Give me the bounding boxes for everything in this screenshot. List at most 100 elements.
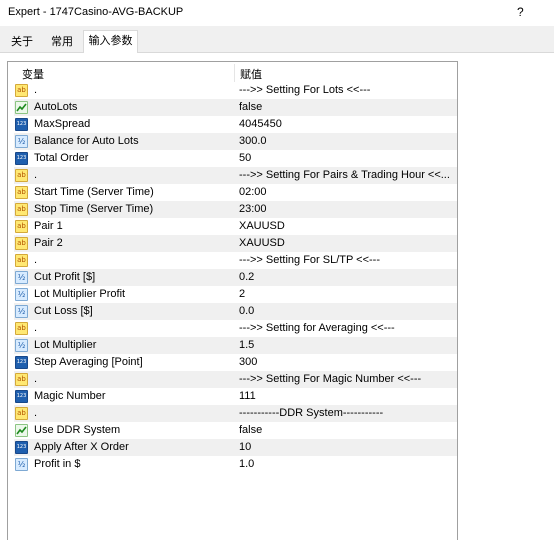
value-cell[interactable]: 0.2 [239,269,254,286]
value-cell[interactable]: 4045450 [239,116,282,133]
variable-name: Lot Multiplier Profit [34,288,126,300]
variable-cell[interactable]: Use DDR System [14,422,239,439]
variable-cell[interactable]: Step Averaging [Point] [14,354,239,371]
table-row[interactable]: AutoLots false [14,99,457,116]
table-row[interactable]: . --->> Setting for Averaging <<--- [14,320,457,337]
variable-cell[interactable]: Cut Profit [$] [14,269,239,286]
table-row[interactable]: Total Order 50 [14,150,457,167]
value-cell[interactable]: --->> Setting For Lots <<--- [239,82,370,99]
variable-name: Pair 2 [34,237,63,249]
table-row[interactable]: . -----------DDR System----------- [14,405,457,422]
value-cell[interactable]: 300.0 [239,133,267,150]
column-header-value[interactable]: 赋值 [240,66,262,82]
integer-icon [15,152,28,165]
variable-name: Use DDR System [34,424,121,436]
double-icon [15,288,28,301]
variable-cell[interactable]: Stop Time (Server Time) [14,201,239,218]
tab-about[interactable]: 关于 [7,33,37,52]
column-header-variable[interactable]: 变量 [22,66,44,82]
variable-cell[interactable]: . [14,320,239,337]
table-body: . --->> Setting For Lots <<--- AutoLots fal… [14,82,457,473]
table-row[interactable]: Pair 1 XAUUSD [14,218,457,235]
variable-name: Apply After X Order [34,441,129,453]
variable-name: Start Time (Server Time) [34,186,154,198]
table-row[interactable]: Magic Number 111 [14,388,457,405]
table-row[interactable]: . --->> Setting For Pairs & Trading Hour … [14,167,457,184]
variable-name: Step Averaging [Point] [34,356,143,368]
variable-name: . [34,407,38,419]
variable-cell[interactable]: . [14,167,239,184]
table-row[interactable]: Apply After X Order 10 [14,439,457,456]
value-cell[interactable]: XAUUSD [239,235,285,252]
help-button[interactable]: ? [517,5,524,19]
integer-icon [15,356,28,369]
value-cell[interactable]: 2 [239,286,245,303]
table-row[interactable]: Cut Loss [$] 0.0 [14,303,457,320]
double-icon [15,339,28,352]
variable-name: MaxSpread [34,118,91,130]
table-row[interactable]: Profit in $ 1.0 [14,456,457,473]
variable-cell[interactable]: . [14,252,239,269]
variable-name: Cut Profit [$] [34,271,96,283]
value-cell[interactable]: 300 [239,354,257,371]
value-cell[interactable]: 0.0 [239,303,254,320]
table-row[interactable]: Stop Time (Server Time) 23:00 [14,201,457,218]
variable-cell[interactable]: Pair 2 [14,235,239,252]
value-cell[interactable]: 50 [239,150,251,167]
variable-name: . [34,169,38,181]
variable-cell[interactable]: . [14,82,239,99]
variable-cell[interactable]: Total Order [14,150,239,167]
table-row[interactable]: . --->> Setting For Magic Number <<--- [14,371,457,388]
value-cell[interactable]: XAUUSD [239,218,285,235]
variable-cell[interactable]: Start Time (Server Time) [14,184,239,201]
variable-name: Balance for Auto Lots [34,135,139,147]
variable-cell[interactable]: Lot Multiplier Profit [14,286,239,303]
value-cell[interactable]: false [239,422,262,439]
table-row[interactable]: Pair 2 XAUUSD [14,235,457,252]
variable-cell[interactable]: Cut Loss [$] [14,303,239,320]
value-cell[interactable]: 10 [239,439,251,456]
double-icon [15,458,28,471]
table-row[interactable]: Use DDR System false [14,422,457,439]
table-row[interactable]: Cut Profit [$] 0.2 [14,269,457,286]
text-icon [15,322,28,335]
variable-cell[interactable]: . [14,371,239,388]
double-icon [15,305,28,318]
variable-cell[interactable]: Lot Multiplier [14,337,239,354]
value-cell[interactable]: 1.0 [239,456,254,473]
value-cell[interactable]: 23:00 [239,201,267,218]
table-row[interactable]: Balance for Auto Lots 300.0 [14,133,457,150]
integer-icon [15,441,28,454]
value-cell[interactable]: 111 [239,388,256,405]
value-cell[interactable]: --->> Setting For Pairs & Trading Hour <… [239,167,450,184]
variable-cell[interactable]: Apply After X Order [14,439,239,456]
variable-cell[interactable]: Profit in $ [14,456,239,473]
tab-common[interactable]: 常用 [45,33,79,52]
variable-cell[interactable]: MaxSpread [14,116,239,133]
value-cell[interactable]: --->> Setting For Magic Number <<--- [239,371,421,388]
table-row[interactable]: Step Averaging [Point] 300 [14,354,457,371]
value-cell[interactable]: 1.5 [239,337,254,354]
tab-inputs[interactable]: 输入参数 [83,30,138,53]
title-bar: Expert - 1747Casino-AVG-BACKUP ? [0,0,554,26]
variable-name: . [34,84,38,96]
double-icon [15,271,28,284]
bool-icon [15,424,28,437]
table-row[interactable]: Start Time (Server Time) 02:00 [14,184,457,201]
table-row[interactable]: Lot Multiplier 1.5 [14,337,457,354]
variable-cell[interactable]: Magic Number [14,388,239,405]
variable-cell[interactable]: Pair 1 [14,218,239,235]
variable-cell[interactable]: Balance for Auto Lots [14,133,239,150]
value-cell[interactable]: 02:00 [239,184,267,201]
value-cell[interactable]: false [239,99,262,116]
value-cell[interactable]: --->> Setting for Averaging <<--- [239,320,395,337]
table-row[interactable]: MaxSpread 4045450 [14,116,457,133]
table-row[interactable]: Lot Multiplier Profit 2 [14,286,457,303]
variable-name: Magic Number [34,390,106,402]
variable-cell[interactable]: AutoLots [14,99,239,116]
table-row[interactable]: . --->> Setting For SL/TP <<--- [14,252,457,269]
variable-cell[interactable]: . [14,405,239,422]
value-cell[interactable]: --->> Setting For SL/TP <<--- [239,252,380,269]
value-cell[interactable]: -----------DDR System----------- [239,405,383,422]
table-row[interactable]: . --->> Setting For Lots <<--- [14,82,457,99]
